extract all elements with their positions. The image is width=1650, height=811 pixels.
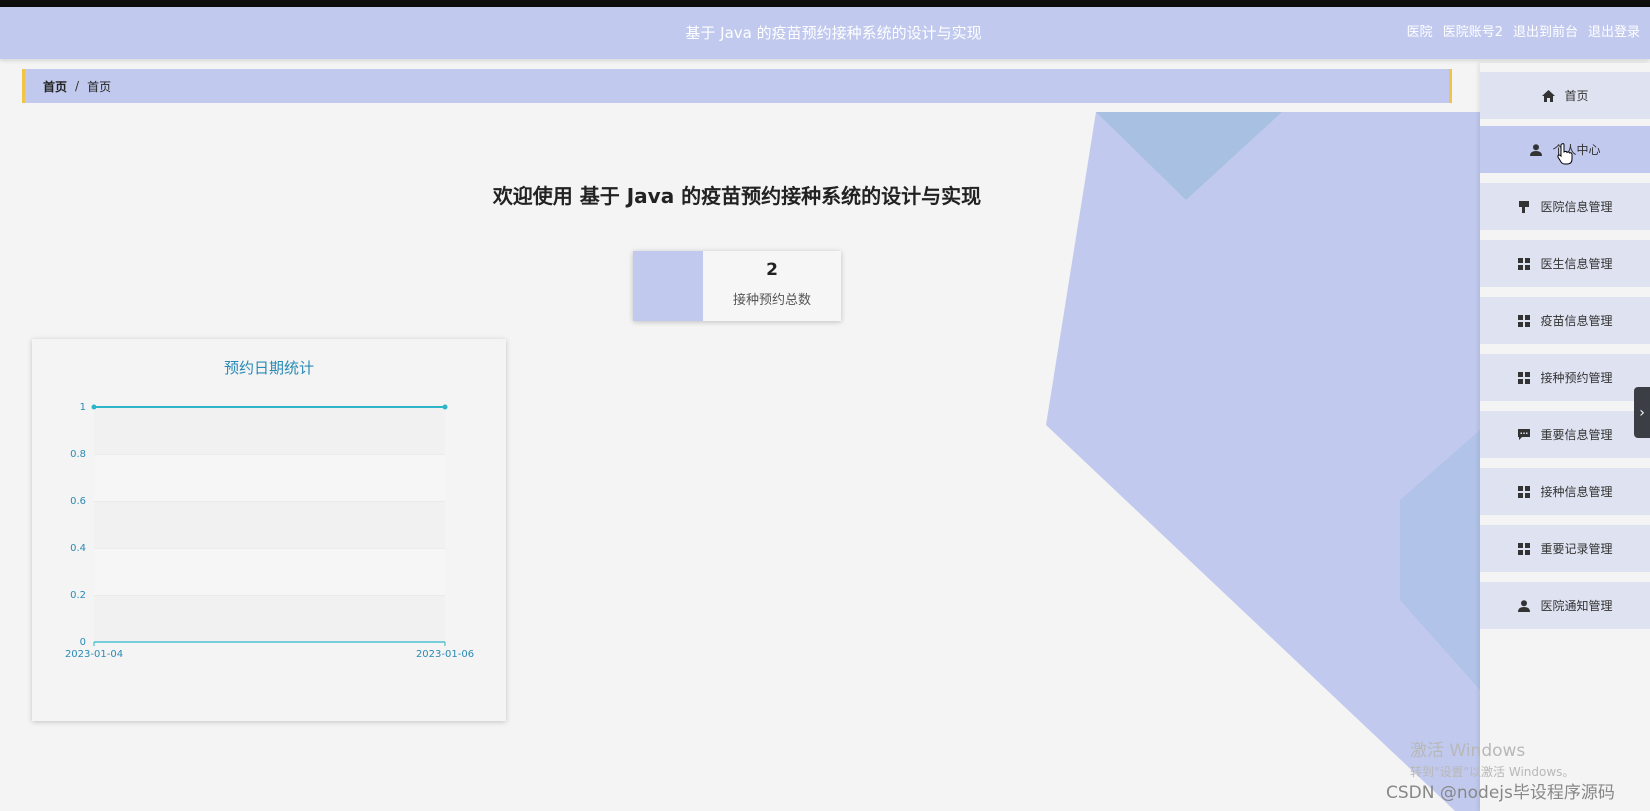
x-tick-label: 2023-01-06: [416, 649, 474, 660]
sidebar-item-important-info[interactable]: 重要信息管理: [1480, 411, 1650, 458]
chart-card: 预约日期统计 0 0.2 0.4 0.6 0.8 1 2023-01-04 2023-01-0…: [32, 339, 506, 721]
grid-band: [94, 407, 445, 454]
sidebar-item-hospital-info[interactable]: 医院信息管理: [1480, 183, 1650, 230]
sidebar-item-label: 重要信息管理: [1540, 428, 1613, 442]
grid-icon: [1517, 257, 1531, 271]
sidebar-item-label: 重要记录管理: [1540, 542, 1613, 556]
user-area: 医院 医院账号2 退出到前台 退出登录: [1407, 7, 1640, 59]
grid-band: [94, 454, 445, 501]
message-icon: [1517, 428, 1531, 442]
stat-card-swatch: [633, 251, 703, 321]
sidebar-item-vaccine-info[interactable]: 疫苗信息管理: [1480, 297, 1650, 344]
windows-activation-watermark: 激活 Windows 转到"设置"以激活 Windows。: [1410, 736, 1574, 780]
user-account: 医院账号2: [1442, 25, 1503, 40]
sidebar-item-doctor-info[interactable]: 医生信息管理: [1480, 240, 1650, 287]
sidebar-item-label: 医院信息管理: [1540, 200, 1613, 214]
stat-card: 2 接种预约总数: [633, 251, 841, 321]
front-page-link[interactable]: 退出到前台: [1513, 7, 1578, 59]
y-tick-label: 1: [80, 402, 86, 413]
sidebar-item-label: 疫苗信息管理: [1540, 314, 1613, 328]
user-icon: [1517, 599, 1531, 613]
sidebar-item-hospital-notice[interactable]: 医院通知管理: [1480, 582, 1650, 629]
sidebar-item-label: 接种信息管理: [1540, 485, 1613, 499]
grid-icon: [1517, 485, 1531, 499]
stat-label: 接种预约总数: [732, 293, 811, 308]
flag-icon: [1517, 200, 1531, 214]
grid-band: [94, 548, 445, 595]
grid-icon: [1517, 371, 1531, 385]
y-tick-label: 0.4: [70, 543, 86, 554]
breadcrumb-home[interactable]: 首页: [43, 78, 67, 95]
sidebar-item-label: 首页: [1564, 89, 1589, 103]
sidebar-item-label: 接种预约管理: [1540, 371, 1613, 385]
stat-value: 2: [766, 260, 778, 280]
user-role: 医院: [1406, 25, 1433, 40]
watermark-line1: 激活 Windows: [1410, 741, 1526, 761]
sidebar-item-label: 医生信息管理: [1540, 257, 1613, 271]
sidebar-item-appointment[interactable]: 接种预约管理: [1480, 354, 1650, 401]
grid-band: [94, 595, 445, 642]
data-point: [442, 404, 448, 410]
y-tick-label: 0.6: [70, 496, 86, 507]
sidebar-menu: 首页 个人中心 医院信息管理 医生信息管理 疫苗信息管理 接种预约管理 重要信息…: [1480, 63, 1650, 811]
chevron-right-icon: ›: [1639, 404, 1645, 421]
grid-icon: [1517, 314, 1531, 328]
breadcrumb-separator: /: [75, 79, 80, 93]
window-top-strip: [0, 0, 1650, 7]
sidebar-item-vaccination-info[interactable]: 接种信息管理: [1480, 468, 1650, 515]
home-icon: [1541, 89, 1555, 103]
grid-band: [94, 501, 445, 548]
breadcrumb: 首页 / 首页: [22, 69, 1452, 103]
y-tick-label: 0: [80, 637, 86, 648]
line-chart: 0 0.2 0.4 0.6 0.8 1 2023-01-04 2023-01-06: [65, 402, 474, 660]
data-point: [91, 404, 97, 410]
x-tick-label: 2023-01-04: [65, 649, 123, 660]
logout-link[interactable]: 退出登录: [1588, 7, 1640, 59]
user-icon: [1529, 143, 1543, 157]
breadcrumb-current: 首页: [87, 79, 112, 94]
system-title: 基于 Java 的疫苗预约接种系统的设计与实现: [685, 24, 982, 42]
sidebar-item-label: 医院通知管理: [1540, 599, 1613, 613]
grid-icon: [1517, 542, 1531, 556]
sidebar-item-important-records[interactable]: 重要记录管理: [1480, 525, 1650, 572]
welcome-heading: 欢迎使用 基于 Java 的疫苗预约接种系统的设计与实现: [492, 184, 982, 208]
y-tick-label: 0.2: [70, 590, 86, 601]
credit-watermark: CSDN @nodejs毕设程序源码: [1386, 783, 1615, 803]
top-header: 基于 Java 的疫苗预约接种系统的设计与实现 医院 医院账号2 退出到前台 退…: [0, 7, 1650, 59]
sidebar-item-home[interactable]: 首页: [1480, 72, 1650, 119]
y-tick-label: 0.8: [70, 449, 86, 460]
sidebar-toggle-button[interactable]: ›: [1634, 387, 1650, 438]
hand-cursor-icon: [1557, 143, 1573, 165]
